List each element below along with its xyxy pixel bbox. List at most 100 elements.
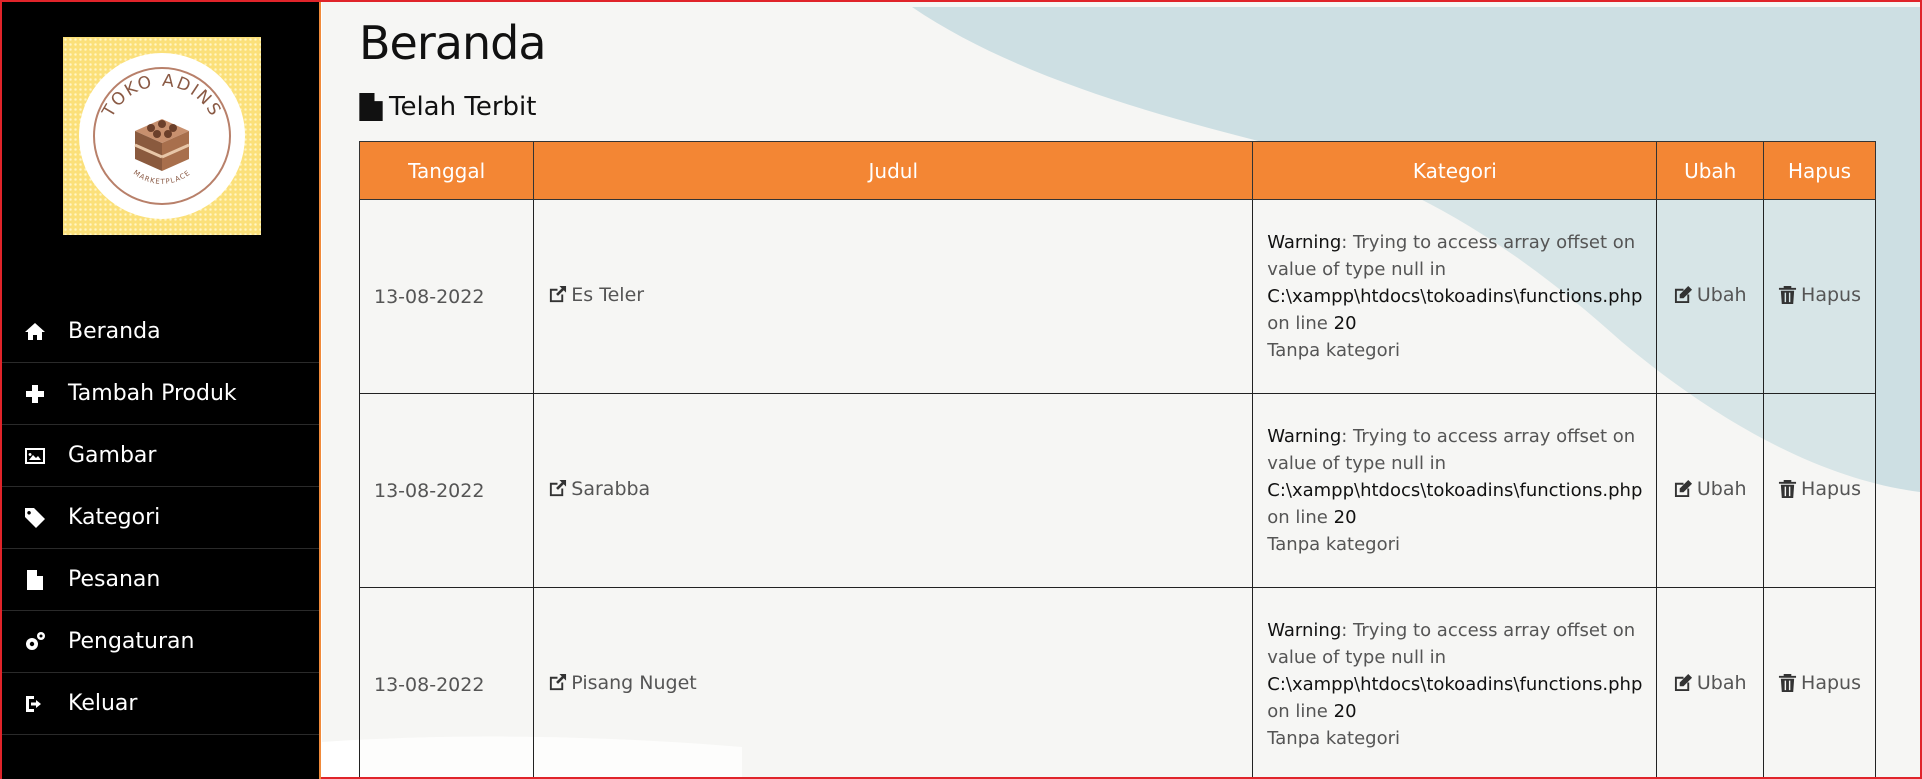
- warning-line: 20: [1333, 701, 1357, 722]
- php-warning: Warning: Trying to access array offset o…: [1267, 617, 1642, 752]
- post-title: Es Teler: [571, 283, 645, 306]
- sidebar-item-label: Gambar: [68, 443, 157, 468]
- logo-badge: TOKO ADINS MARKETPLACE: [79, 53, 245, 219]
- edit-button[interactable]: Ubah: [1674, 478, 1747, 500]
- sidebar-item-label: Tambah Produk: [68, 381, 237, 406]
- sidebar-item-pesanan[interactable]: Pesanan: [2, 549, 319, 611]
- delete-label: Hapus: [1801, 283, 1861, 306]
- table-header-row: Tanggal Judul Kategori Ubah Hapus: [358, 141, 1876, 200]
- warning-line-prefix: on line: [1267, 313, 1328, 334]
- sidebar-item-label: Pesanan: [68, 567, 161, 592]
- delete-button[interactable]: Hapus: [1778, 284, 1861, 306]
- cell-title: Sarabba: [533, 393, 1254, 588]
- sidebar-item-label: Keluar: [68, 691, 138, 716]
- edit-label: Ubah: [1696, 671, 1747, 694]
- post-title: Sarabba: [571, 477, 651, 500]
- warning-label: Warning: [1267, 620, 1342, 641]
- sign-out-icon: [2, 692, 68, 716]
- cell-edit: Ubah: [1656, 587, 1765, 777]
- cell-title: Pisang Nuget: [533, 587, 1254, 777]
- warning-line: 20: [1333, 313, 1357, 334]
- cell-delete: Hapus: [1763, 587, 1876, 777]
- column-header-kategori: Kategori: [1252, 141, 1658, 200]
- home-icon: [2, 320, 68, 344]
- cake-icon: [134, 119, 190, 171]
- external-link-icon: [550, 286, 567, 303]
- cell-title: Es Teler: [533, 199, 1254, 394]
- edit-icon: [1674, 674, 1692, 692]
- category-name: Tanpa kategori: [1267, 534, 1400, 555]
- post-title: Pisang Nuget: [571, 671, 697, 694]
- published-posts-table: Tanggal Judul Kategori Ubah Hapus 13-08-…: [358, 141, 1876, 777]
- category-name: Tanpa kategori: [1267, 340, 1400, 361]
- edit-label: Ubah: [1696, 283, 1747, 306]
- delete-button[interactable]: Hapus: [1778, 672, 1861, 694]
- logo-subtitle: MARKETPLACE: [132, 169, 191, 186]
- edit-button[interactable]: Ubah: [1674, 672, 1747, 694]
- edit-button[interactable]: Ubah: [1674, 284, 1747, 306]
- sidebar-item-beranda[interactable]: Beranda: [2, 301, 319, 363]
- cell-category: Warning: Trying to access array offset o…: [1252, 393, 1658, 588]
- column-header-ubah: Ubah: [1656, 141, 1765, 200]
- cell-category: Warning: Trying to access array offset o…: [1252, 587, 1658, 777]
- post-title-link[interactable]: Sarabba: [548, 478, 650, 500]
- post-title-link[interactable]: Pisang Nuget: [548, 671, 697, 694]
- column-header-hapus: Hapus: [1763, 141, 1876, 200]
- cell-date: 13-08-2022: [358, 199, 535, 394]
- svg-text:TOKO ADINS: TOKO ADINS: [98, 71, 225, 122]
- php-warning: Warning: Trying to access array offset o…: [1267, 423, 1642, 558]
- delete-button[interactable]: Hapus: [1778, 478, 1861, 500]
- logo-title: TOKO ADINS: [98, 71, 223, 122]
- gears-icon: [2, 630, 68, 654]
- trash-icon: [1778, 674, 1797, 693]
- sidebar-item-keluar[interactable]: Keluar: [2, 673, 319, 735]
- sidebar-item-label: Beranda: [68, 319, 161, 344]
- warning-line-prefix: on line: [1267, 701, 1328, 722]
- plus-icon: [2, 382, 68, 406]
- page-title: Beranda: [359, 16, 547, 70]
- cell-delete: Hapus: [1763, 393, 1876, 588]
- warning-path: C:\xampp\htdocs\tokoadins\functions.php: [1267, 286, 1643, 307]
- section-title-label: Telah Terbit: [389, 92, 537, 122]
- sidebar-item-label: Pengaturan: [68, 629, 195, 654]
- image-icon: [2, 444, 68, 468]
- trash-icon: [1778, 480, 1797, 499]
- warning-label: Warning: [1267, 426, 1342, 447]
- svg-text:MARKETPLACE: MARKETPLACE: [132, 169, 192, 186]
- cell-date: 13-08-2022: [358, 587, 535, 777]
- sidebar-item-label: Kategori: [68, 505, 161, 530]
- post-title-link[interactable]: Es Teler: [548, 284, 644, 306]
- table-row: 13-08-2022 Es Teler Warning: Trying to a…: [358, 199, 1876, 394]
- sidebar-item-kategori[interactable]: Kategori: [2, 487, 319, 549]
- delete-label: Hapus: [1801, 671, 1861, 694]
- cell-delete: Hapus: [1763, 199, 1876, 394]
- cell-edit: Ubah: [1656, 199, 1765, 394]
- cell-edit: Ubah: [1656, 393, 1765, 588]
- edit-icon: [1674, 286, 1692, 304]
- sidebar-nav: Beranda Tambah Produk Gambar Kategori Pe…: [2, 301, 319, 735]
- section-title: Telah Terbit: [359, 92, 536, 122]
- column-header-tanggal: Tanggal: [358, 141, 535, 200]
- edit-icon: [1674, 480, 1692, 498]
- sidebar-item-gambar[interactable]: Gambar: [2, 425, 319, 487]
- edit-label: Ubah: [1696, 477, 1747, 500]
- table-row: 13-08-2022 Pisang Nuget Warning: Trying …: [358, 587, 1876, 777]
- sidebar-item-tambah-produk[interactable]: Tambah Produk: [2, 363, 319, 425]
- sidebar-item-pengaturan[interactable]: Pengaturan: [2, 611, 319, 673]
- external-link-icon: [550, 480, 567, 497]
- warning-path: C:\xampp\htdocs\tokoadins\functions.php: [1267, 480, 1643, 501]
- store-logo[interactable]: TOKO ADINS MARKETPLACE: [63, 37, 261, 235]
- logo-graphic: TOKO ADINS MARKETPLACE: [98, 71, 225, 186]
- warning-path: C:\xampp\htdocs\tokoadins\functions.php: [1267, 674, 1643, 695]
- php-warning: Warning: Trying to access array offset o…: [1267, 229, 1642, 364]
- main-content: Beranda Telah Terbit Tanggal Judul Kateg…: [322, 2, 1920, 777]
- category-name: Tanpa kategori: [1267, 728, 1400, 749]
- warning-line: 20: [1333, 507, 1357, 528]
- sidebar: TOKO ADINS MARKETPLACE Beranda Tambah Pr…: [2, 2, 321, 779]
- warning-line-prefix: on line: [1267, 507, 1328, 528]
- trash-icon: [1778, 286, 1797, 305]
- file-text-icon: [2, 568, 68, 592]
- column-header-judul: Judul: [533, 141, 1254, 200]
- external-link-icon: [550, 674, 567, 691]
- file-icon: [359, 93, 383, 121]
